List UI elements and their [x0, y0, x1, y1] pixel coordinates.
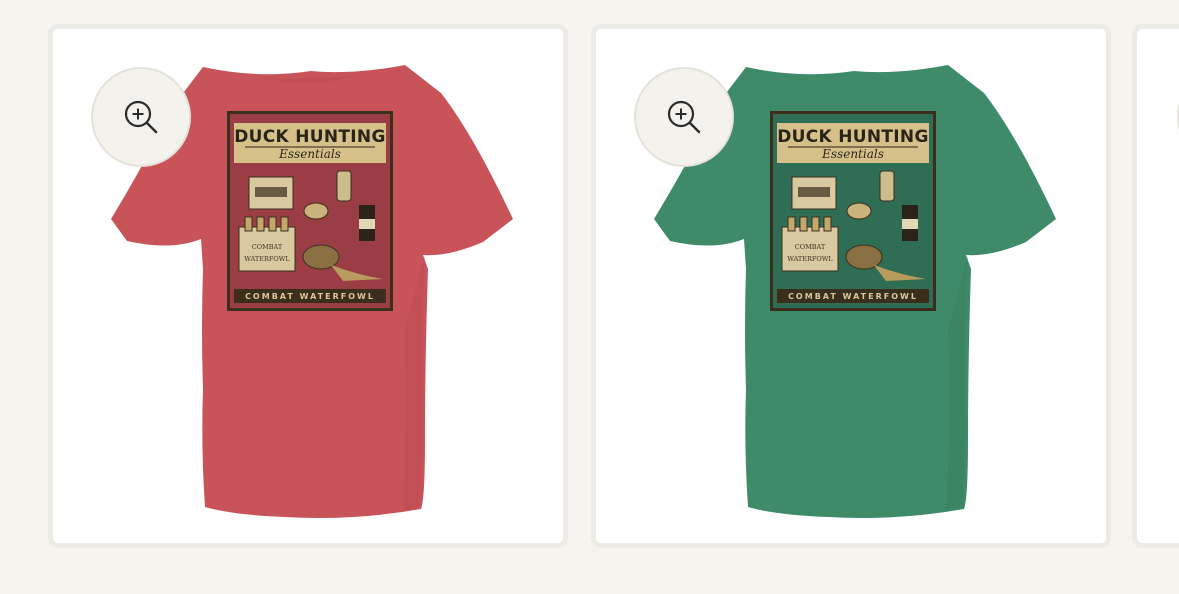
zoom-in-icon — [124, 100, 158, 134]
graphic-footer: COMBAT WATERFOWL — [788, 292, 918, 301]
zoom-button[interactable] — [91, 67, 191, 167]
product-image-gallery: DUCK HUNTING Essentials COMBAT WATERFOWL… — [0, 0, 1179, 594]
graphic-title: DUCK HUNTING — [777, 127, 928, 147]
shirt-graphic: DUCK HUNTING Essentials COMBAT WATERFOWL… — [770, 111, 936, 311]
product-image-card-green[interactable]: DUCK HUNTING Essentials COMBAT WATERFOWL… — [591, 24, 1111, 548]
shirt-graphic: DUCK HUNTING Essentials COMBAT WATERFOWL… — [227, 111, 393, 311]
case-label-1: COMBAT — [252, 243, 283, 251]
graphic-subtitle: Essentials — [278, 147, 341, 161]
zoom-button[interactable] — [634, 67, 734, 167]
graphic-subtitle: Essentials — [821, 147, 884, 161]
graphic-title: DUCK HUNTING — [234, 127, 385, 147]
zoom-in-icon — [667, 100, 701, 134]
product-image-card-red[interactable]: DUCK HUNTING Essentials COMBAT WATERFOWL… — [48, 24, 568, 548]
case-label-2: WATERFOWL — [244, 255, 290, 263]
graphic-footer: COMBAT WATERFOWL — [245, 292, 375, 301]
product-image-card-next[interactable] — [1132, 24, 1179, 548]
case-label-1: COMBAT — [795, 243, 826, 251]
case-label-2: WATERFOWL — [787, 255, 833, 263]
